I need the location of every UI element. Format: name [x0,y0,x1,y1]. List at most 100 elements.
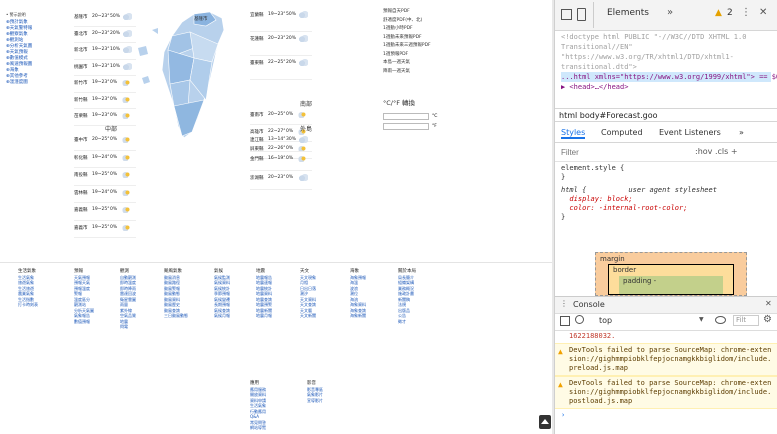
console-warning-text[interactable]: DevTools failed to parse SourceMap: chro… [569,379,771,405]
footer-link[interactable]: 空氣品質 [120,313,136,319]
dom-line[interactable]: Transitional//EN" [561,42,771,52]
console-tab[interactable]: Console [573,300,605,309]
dom-line[interactable]: ▶ <head>…</head> [561,82,771,92]
device-toggle-icon[interactable] [577,8,586,21]
devtools-toolbar: Elements » ▲ 2 ⋮ ✕ [555,0,777,31]
footer-link[interactable]: 即時溫度 [120,280,136,286]
footer-link[interactable]: 施政計畫 [398,291,416,297]
celsius-input[interactable] [383,113,429,120]
forecast-row[interactable]: 基隆市 20~23° 50% [74,10,136,27]
console-filter-input[interactable]: Filt [733,315,759,326]
sidebar-toggle-icon[interactable] [560,316,570,326]
pdf-link[interactable]: 舒適度PDF(中、北) [383,17,483,26]
chevron-down-icon[interactable]: ▼ [699,316,704,323]
tab-styles[interactable]: Styles [561,128,586,139]
footer-link[interactable]: 三日颱風動態 [164,313,188,319]
clear-console-icon[interactable] [575,315,584,324]
footer-link[interactable]: 數值預報 [74,319,94,325]
footer-link[interactable]: 地震資料 [256,291,272,297]
console-prompt[interactable]: › [555,409,777,422]
footer-link[interactable]: 海象新聞 [350,313,366,319]
warning-icon[interactable]: ▲ [715,8,722,18]
style-line: color: -internal-root-color; [561,204,688,212]
forecast-row[interactable]: 宜蘭縣 19~23° 50% [250,8,312,32]
pdf-link[interactable]: 本島一週天氣 [383,59,483,68]
footer-link[interactable]: 閃電 [120,324,136,330]
left-nav-item[interactable]: ⊕溫溼度圖 [6,80,66,86]
box-model[interactable]: margin border padding - [595,252,747,296]
forecast-row[interactable]: 臺中市 20~25° 0% [74,133,136,151]
filter-options[interactable]: :hov .cls + [695,147,738,156]
footer-link[interactable]: 氣象影片 [307,392,323,398]
forecast-row[interactable]: 新竹縣 19~23° 0% [74,93,136,109]
styles-pane[interactable]: element.style { } html { user agent styl… [555,162,777,242]
footer-link[interactable]: 雷達回波 [120,291,136,297]
more-tabs-icon[interactable]: » [667,7,673,18]
forecast-row[interactable]: 彰化縣 19~24° 0% [74,151,136,168]
forecast-row[interactable]: 嘉義市 19~25° 0% [74,221,136,238]
forecast-row[interactable]: 新竹市 19~23° 0% [74,76,136,93]
more-panels-icon[interactable]: » [739,128,744,137]
pdf-link[interactable]: 1週動未來三週預報PDF [383,42,483,51]
tab-computed[interactable]: Computed [601,128,643,137]
kebab-menu-icon[interactable]: ⋮ [560,299,568,308]
footer-link[interactable]: 氣候月報 [214,313,230,319]
forecast-row[interactable]: 花蓮縣 20~23° 20% [250,32,312,56]
dom-tree[interactable]: <!doctype html PUBLIC "-//W3C//DTD XHTML… [555,30,777,110]
tab-event-listeners[interactable]: Event Listeners [659,128,721,137]
forecast-row[interactable]: 臺南市 20~25° 0% [250,108,312,125]
forecast-row[interactable]: 嘉義縣 19~25° 0% [74,203,136,221]
dom-line[interactable]: "https://www.w3.org/TR/xhtml1/DTD/xhtml1… [561,52,771,62]
gear-icon[interactable]: ⚙ [763,314,772,325]
breadcrumb[interactable]: html body#Forecast.goo [555,108,777,122]
dom-line[interactable]: transitional.dtd"> [561,62,771,72]
forecast-row[interactable]: 臺北市 20~23° 20% [74,27,136,43]
forecast-row[interactable]: 連江縣 13~14° 30% [250,133,312,152]
pdf-link[interactable]: 1週動小時PDF [383,25,483,34]
tab-elements[interactable]: Elements [607,8,649,18]
rain-probability: 50% [110,14,121,19]
console-warning-text[interactable]: DevTools failed to parse SourceMap: chro… [569,346,771,372]
kebab-menu-icon[interactable]: ⋮ [741,7,751,18]
fahrenheit-input[interactable] [383,123,429,130]
pdf-link[interactable]: 預報自天PDF [383,8,483,17]
pdf-link[interactable]: 1週預報PDF [383,51,483,60]
footer-link[interactable]: 徵才 [398,319,416,325]
forecast-row[interactable]: 新北市 19~23° 10% [74,43,136,60]
forecast-row[interactable]: 南投縣 19~25° 0% [74,168,136,186]
pdf-link[interactable]: 1週動未來預報PDF [383,34,483,43]
footer-link[interactable]: 生活氣象 [250,403,266,409]
footer-link[interactable]: 打卡時刻表 [18,302,38,308]
close-console-icon[interactable]: ✕ [765,299,772,308]
footer-link[interactable]: 組織架構 [398,280,416,286]
footer-link[interactable]: 天文查詢 [300,302,316,308]
context-select[interactable]: top [599,316,612,325]
forecast-row[interactable]: 金門縣 16~19° 0% [250,152,312,171]
footer-link[interactable]: 地震速報 [256,280,272,286]
forecast-row[interactable]: 臺東縣 22~25° 20% [250,56,312,80]
dom-line-selected[interactable]: ...html xmlns="https://www.w3.org/1999/x… [561,72,777,82]
styles-filter-input[interactable] [559,146,653,159]
footer-col-app: 應用 應用服務 開放資料 資料申請 生活氣象 行動應用 Q&A 常見問答 網站導… [250,381,266,431]
forecast-row[interactable]: 雲林縣 19~24° 0% [74,186,136,203]
scroll-to-top-button[interactable] [539,415,551,429]
close-icon[interactable]: ✕ [759,7,767,18]
footer-link[interactable]: 開放資料 [250,392,266,398]
pdf-link[interactable]: 降雨一週天氣 [383,68,483,77]
forecast-row[interactable]: 澎湖縣 20~23° 0% [250,171,312,190]
taiwan-map[interactable]: 基隆市 [132,8,244,148]
dom-line[interactable]: <!doctype html PUBLIC "-//W3C//DTD XHTML… [561,32,771,42]
footer-link[interactable]: 海象資料 [350,302,366,308]
console-output[interactable]: 1622188032. ▲ DevTools failed to parse S… [555,330,777,434]
footer-link[interactable]: 天文新聞 [300,313,316,319]
eye-icon[interactable] [715,316,726,324]
footer-link[interactable]: 氣候資料 [214,280,230,286]
footer-link[interactable]: 地震月報 [256,313,272,319]
footer-link[interactable]: 季節預報 [214,291,230,297]
footer-link[interactable]: 地震預警 [256,302,272,308]
footer-link[interactable]: 網站導覽 [250,425,266,431]
forecast-row[interactable]: 桃園市 19~23° 10% [74,60,136,76]
inspect-icon[interactable] [561,9,572,20]
footer-link[interactable]: 長期預報 [214,302,230,308]
footer-link[interactable]: 宣導影片 [307,398,323,404]
